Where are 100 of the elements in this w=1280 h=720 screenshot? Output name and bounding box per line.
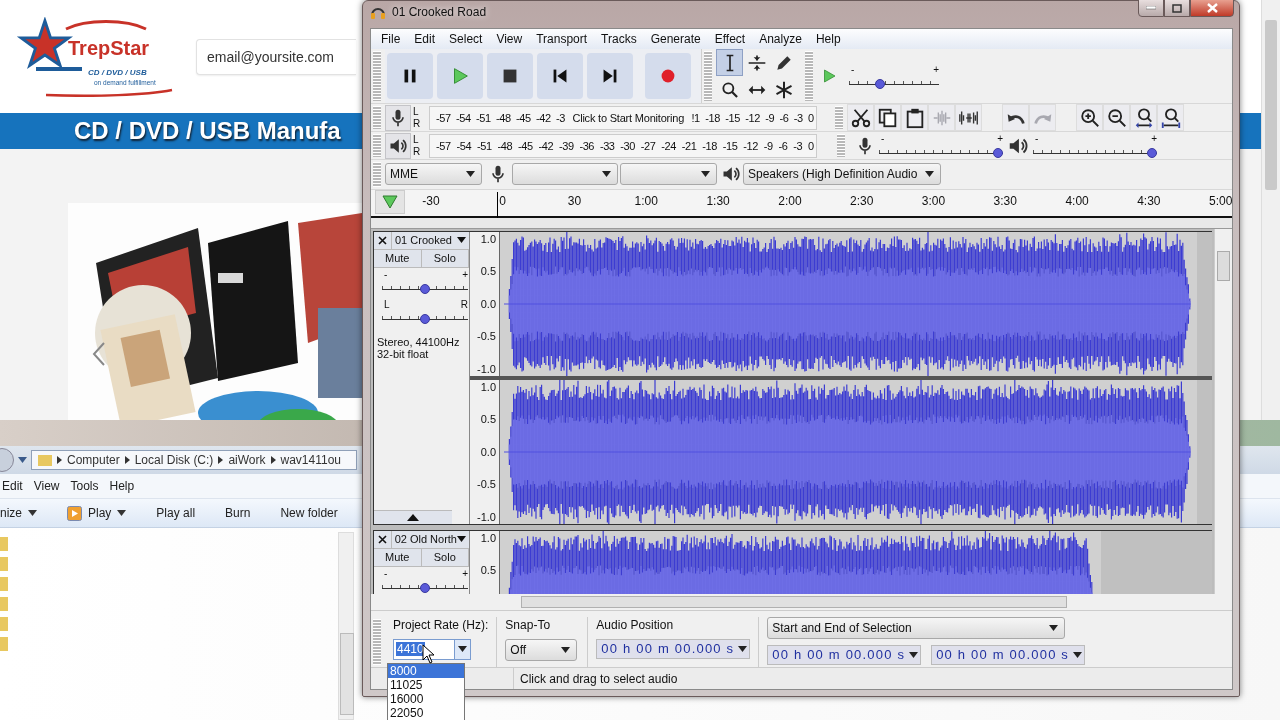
slider-thumb[interactable] — [1147, 147, 1157, 158]
pin-playhead-button[interactable] — [375, 189, 405, 214]
close-button[interactable] — [1190, 0, 1234, 17]
address-bar[interactable]: Computer Local Disk (C:) aiWork wav1411ou — [31, 450, 357, 470]
slider-max-label: + — [933, 65, 939, 76]
timeline-label: 3:30 — [992, 193, 1018, 208]
toolbar-grip[interactable] — [805, 50, 813, 102]
slider-thumb[interactable] — [420, 582, 430, 593]
toolbar-button[interactable]: nize — [0, 506, 37, 520]
toolbar-grip[interactable] — [835, 106, 843, 130]
playback-meter[interactable]: -57 -54 -51 -48 -45 -42 -39 -36 -33 -30 -27 -24 -21 -18 -15 -12 -9 -6 -3 0 — [429, 133, 817, 158]
toolbar-button[interactable] — [901, 104, 928, 132]
skip-to-end-button[interactable] — [587, 53, 633, 100]
amplitude-label: -0.5 — [477, 477, 496, 492]
toolbar-button[interactable]: Burn — [225, 506, 251, 520]
menu-item[interactable]: Select — [442, 31, 490, 46]
caret-icon — [117, 510, 127, 516]
toolbar-button[interactable] — [1076, 104, 1103, 132]
meter-scale-label: -57 — [436, 111, 451, 124]
toolbar-grip[interactable] — [837, 134, 845, 158]
toolbar-button[interactable] — [1130, 104, 1157, 132]
meter-scale-label: -12 — [745, 111, 760, 124]
menu-item[interactable]: Help — [808, 31, 848, 46]
time-field[interactable]: 00 h 00 m 00.000 s — [596, 638, 751, 659]
slider-max-label: + — [462, 568, 468, 579]
recording-meter[interactable]: -57 -54 -51 -48 -45 -42 -3 Click to Start Monitoring !1 -18 -15 -12 -9 -6 -3 0 — [429, 105, 817, 130]
timeline-label: 30 — [566, 193, 583, 208]
toolbar-grip[interactable] — [373, 50, 381, 102]
breadcrumb[interactable]: wav1411ou — [280, 453, 341, 467]
dropdown-option[interactable]: 16000 — [388, 692, 464, 706]
collapse-track-button[interactable] — [374, 509, 452, 524]
caret-icon — [18, 457, 27, 463]
breadcrumb[interactable]: aiWork — [228, 453, 266, 467]
breadcrumb[interactable]: Local Disk (C:) — [134, 453, 214, 467]
menu-item[interactable]: Tools — [68, 479, 108, 493]
track-name-menu[interactable]: 02 Old North — [391, 530, 469, 548]
menu-item[interactable]: Tracks — [594, 31, 644, 46]
toolbar-grip[interactable] — [373, 106, 381, 130]
toolbar-button[interactable]: New folder — [280, 506, 338, 520]
channel-label: R — [413, 117, 422, 130]
meter-scale-label: -39 — [558, 139, 574, 152]
slider-thumb[interactable] — [420, 313, 430, 324]
menu-item[interactable]: Transport — [529, 31, 595, 46]
menu-item[interactable]: Edit — [407, 31, 443, 46]
slider-thumb[interactable] — [420, 283, 430, 294]
tool-button[interactable] — [716, 49, 743, 77]
audio-host-dropdown[interactable]: MME — [385, 163, 482, 186]
scrollbar[interactable] — [338, 532, 354, 720]
chevron-left-icon[interactable] — [92, 341, 106, 367]
minimize-button[interactable] — [1138, 0, 1164, 17]
toolbar-button[interactable] — [1103, 104, 1130, 132]
email-link[interactable]: email@yoursite.com — [196, 38, 356, 75]
selection-mode-dropdown[interactable]: Start and End of Selection — [767, 616, 1066, 639]
skip-to-start-button[interactable] — [537, 53, 583, 100]
pause-button[interactable] — [387, 53, 433, 100]
caret-icon — [925, 171, 934, 178]
menu-item[interactable]: Effect — [707, 31, 753, 46]
menu-item[interactable]: File — [374, 31, 408, 46]
toolbar-button[interactable] — [847, 104, 874, 132]
time-field[interactable]: 00 h 00 m 00.000 s — [767, 644, 922, 665]
record-button[interactable] — [645, 53, 691, 100]
close-icon — [1206, 3, 1218, 13]
slider-max-label: + — [997, 133, 1003, 144]
dropdown-list[interactable]: 8000 11025 16000 22050 — [387, 663, 465, 720]
slider-thumb[interactable] — [993, 147, 1003, 158]
scrollbar[interactable] — [1214, 228, 1232, 594]
toolbar-button[interactable] — [955, 104, 982, 132]
timeline-ruler[interactable]: -30 0 30 1:00 1:30 2:00 2:30 3:00 3:30 4:00 4:30 5:00 — [371, 189, 1232, 218]
meter-scale-label: -57 — [436, 139, 451, 152]
record-meter-button[interactable] — [385, 104, 411, 131]
toolbar-grip[interactable] — [373, 162, 381, 187]
breadcrumb-arrow-icon — [218, 456, 224, 464]
menu-item[interactable]: Help — [107, 479, 144, 493]
scrollbar[interactable] — [1261, 0, 1280, 420]
maximize-button[interactable] — [1164, 0, 1190, 17]
menu-item[interactable]: View — [489, 31, 530, 46]
timeline-label: 4:30 — [1136, 193, 1162, 208]
dropdown-option[interactable]: 11025 — [388, 678, 464, 692]
slider-thumb[interactable] — [875, 79, 886, 90]
toolbar-button[interactable]: Play all — [156, 506, 196, 520]
playback-device-dropdown[interactable]: Speakers (High Definition Audio — [743, 163, 941, 186]
breadcrumb[interactable]: Computer — [67, 453, 120, 467]
dropdown-option[interactable]: 22050 — [388, 706, 464, 720]
menu-item[interactable]: View — [31, 479, 69, 493]
menu-item[interactable]: Edit — [0, 479, 32, 493]
toolbar-grip[interactable] — [704, 50, 712, 102]
menu-item[interactable]: Generate — [643, 31, 708, 46]
toolbar-button[interactable]: Play — [67, 505, 127, 521]
toolbar-grip[interactable] — [373, 134, 381, 158]
toolbar-grip[interactable] — [373, 618, 381, 666]
time-field[interactable]: 00 h 00 m 00.000 s — [931, 644, 1086, 665]
menu-item[interactable]: Analyze — [752, 31, 809, 46]
toolbar-button[interactable] — [1157, 104, 1184, 132]
toolbar-button[interactable] — [874, 104, 901, 132]
dropdown-option[interactable]: 8000 — [388, 664, 464, 678]
snap-to-dropdown[interactable]: Off — [505, 638, 578, 661]
toolbar-button[interactable] — [1002, 104, 1029, 132]
playback-meter-button[interactable] — [385, 132, 411, 159]
stop-button[interactable] — [487, 53, 533, 100]
track-name-menu[interactable]: 01 Crooked — [392, 231, 469, 249]
